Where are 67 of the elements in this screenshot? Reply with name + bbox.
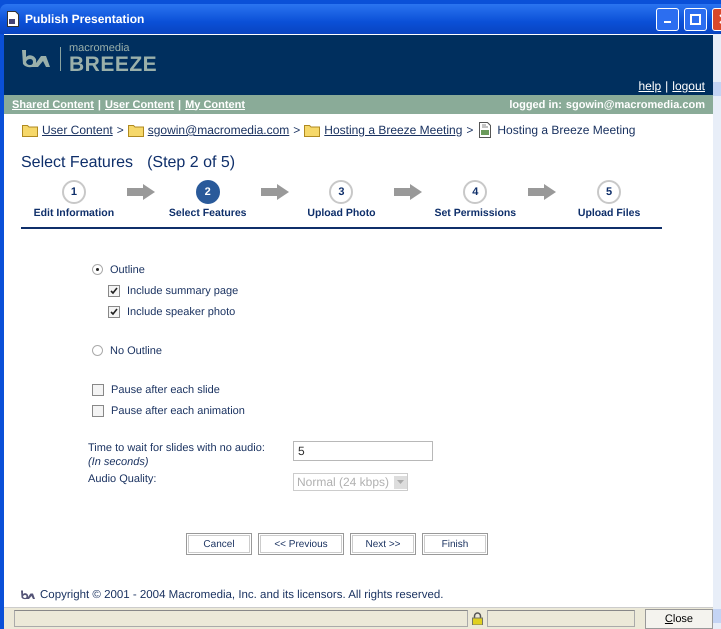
option-label: Outline — [110, 264, 145, 276]
breadcrumb-separator: > — [466, 123, 474, 137]
breadcrumb-current: Hosting a Breeze Meeting — [497, 123, 636, 137]
breadcrumb-separator: > — [116, 123, 124, 137]
button[interactable]: Finish — [422, 533, 488, 555]
radio-button[interactable] — [92, 264, 103, 275]
step-number: 5 — [597, 180, 622, 204]
step-number: 4 — [463, 180, 488, 204]
option-label: No Outline — [110, 344, 162, 356]
document-icon — [6, 11, 20, 27]
page-title: Select Features — [21, 154, 134, 172]
option-label: Pause after each slide — [111, 384, 220, 396]
close-button[interactable]: Close — [645, 608, 713, 628]
logged-in-label: logged in: — [509, 98, 562, 110]
caret-icon — [397, 480, 404, 484]
field-hint: (In seconds) — [88, 455, 150, 469]
arrow-icon — [260, 184, 289, 200]
button[interactable]: Next >> — [350, 533, 416, 555]
step-label: Upload Files — [578, 207, 640, 219]
maximize-button[interactable] — [684, 8, 707, 30]
separator: | — [98, 98, 101, 110]
arrow-icon — [394, 184, 422, 200]
input-field[interactable]: 5 — [293, 441, 433, 461]
option-label: Include summary page — [127, 284, 238, 296]
field-label: Time to wait for slides with no audio: — [88, 441, 266, 455]
arrow-icon — [126, 184, 155, 200]
step-label: Edit Information — [34, 207, 114, 219]
folder-icon — [22, 124, 38, 136]
step-label: Select Features — [168, 207, 246, 219]
logo-icon — [20, 50, 52, 68]
header-link[interactable]: help — [638, 79, 662, 93]
document-icon — [477, 122, 494, 138]
step-number: 3 — [329, 180, 354, 204]
breadcrumb-separator: > — [293, 123, 300, 137]
step-label: Upload Photo — [307, 207, 376, 219]
step-label: (Step 2 of 5) — [147, 154, 236, 172]
product-name: BREEZE — [69, 54, 158, 75]
step-number: 1 — [62, 180, 86, 204]
breadcrumb-link[interactable]: Hosting a Breeze Meeting — [324, 123, 462, 137]
folder-icon — [128, 124, 144, 136]
checkbox[interactable] — [92, 404, 104, 416]
header-link[interactable]: logout — [672, 79, 705, 93]
window-title: Publish Presentation — [25, 12, 146, 26]
logo-icon — [20, 590, 36, 600]
arrow-icon — [528, 184, 556, 200]
breadcrumb-link[interactable]: sgowin@macromedia.com — [148, 123, 290, 137]
minimize-button[interactable] — [656, 8, 679, 30]
user-name: sgowin@macromedia.com — [566, 98, 705, 110]
separator: | — [665, 79, 668, 93]
copyright-text: Copyright © 2001 - 2004 Macromedia, Inc. and its licensors. All rights reserved. — [40, 589, 444, 601]
checkbox[interactable] — [108, 284, 120, 296]
maximize-icon — [690, 14, 701, 24]
checkbox[interactable] — [108, 306, 120, 318]
step-label: Set Permissions — [434, 207, 516, 219]
brand-name: macromedia — [69, 43, 131, 54]
option-label: Pause after each animation — [111, 404, 245, 416]
step-number: 2 — [196, 180, 220, 204]
button[interactable]: Cancel — [186, 533, 252, 555]
radio-button[interactable] — [92, 345, 103, 356]
breadcrumb-link[interactable]: User Content — [42, 123, 113, 137]
lock-icon — [472, 612, 483, 625]
option-label: Include speaker photo — [127, 306, 236, 318]
button[interactable]: << Previous — [258, 533, 344, 555]
checkbox[interactable] — [92, 384, 104, 396]
separator: | — [178, 98, 182, 110]
folder-icon — [304, 124, 320, 136]
field-label: Audio Quality: — [88, 473, 158, 485]
